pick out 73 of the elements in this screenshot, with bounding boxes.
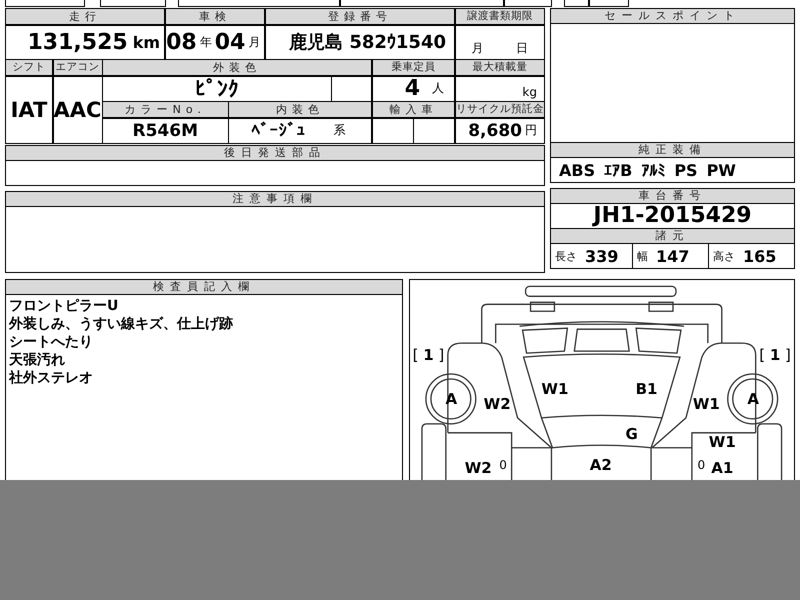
damage-code: 0 — [698, 458, 706, 472]
section-header: 車台番号 — [551, 189, 794, 204]
damage-code: 0 — [499, 458, 507, 472]
table-cell — [414, 118, 454, 142]
table-cell: IAT — [6, 76, 52, 142]
table-header: 車検 — [166, 9, 264, 24]
spec-label: 高さ — [713, 248, 735, 264]
table-cell: AAC — [54, 76, 102, 142]
table-header: 最大積載量 — [456, 60, 544, 75]
note-line: 外装しみ、うすい線キズ、仕上げ跡 — [9, 314, 234, 332]
capacity-value: 4 — [404, 76, 420, 101]
note-line: 社外ステレオ — [9, 368, 94, 386]
unit-label: km — [132, 32, 160, 52]
interior-color-value: ﾍﾞｰｼﾞｭ — [252, 120, 306, 140]
chassis-number: JH1-2015429 — [591, 204, 753, 228]
equipment-item: ｱﾙﾐ — [641, 160, 666, 180]
table-header: 譲渡書類期限 — [456, 9, 544, 24]
unit-label: 人 — [432, 80, 444, 97]
table-cell — [332, 76, 371, 100]
recycle-fee-value: 8,680 — [468, 120, 522, 140]
damage-code: W2 — [464, 461, 492, 476]
section-header: 諸元 — [551, 228, 794, 244]
mileage-value: 131,525 — [27, 30, 128, 54]
note-line: シートへたり — [9, 332, 94, 350]
spec-value: 339 — [585, 246, 618, 266]
equipment-item: ｴｱB — [604, 160, 632, 180]
table-header: シフト — [6, 60, 52, 75]
table-cell — [372, 118, 412, 142]
spec-value: 147 — [656, 246, 690, 266]
table-header: 内装色 — [229, 102, 371, 117]
spec-label: 長さ — [555, 248, 577, 264]
table-header: 輸入車 — [372, 102, 454, 117]
table-cell: 鹿児島 582ｳ1540 — [266, 26, 454, 58]
damage-code: A2 — [590, 458, 612, 472]
equipment-item: PW — [706, 160, 736, 180]
grade-mark: [ 1 ] — [759, 348, 791, 362]
table-header: リサイクル預託金 — [456, 102, 544, 117]
section-header: セールスポイント — [551, 9, 794, 24]
unit-label: 系 — [334, 122, 346, 139]
damage-code: W1 — [708, 435, 736, 450]
damage-code: W2 — [484, 397, 511, 412]
damage-code: G — [625, 427, 638, 442]
damage-code: W1 — [541, 382, 568, 396]
equipment-item: ABS — [559, 160, 596, 180]
section-header: 後日発送部品 — [6, 146, 544, 160]
unit-label: 年 — [200, 34, 212, 50]
note-line: 天張汚れ — [9, 350, 66, 368]
note-line: フロントピラーU — [9, 296, 120, 314]
spec-value: 165 — [743, 246, 776, 266]
table-header: 乗車定員 — [372, 60, 454, 75]
table-header: 登録番号 — [266, 9, 454, 24]
unit-label: kg — [522, 84, 537, 98]
table-header: エアコン — [54, 60, 102, 75]
table-header: カラーNo. — [103, 102, 228, 117]
equipment-item: PS — [674, 160, 698, 180]
table-cell: R546M — [103, 118, 228, 142]
damage-code: B1 — [636, 382, 658, 396]
spec-label: 幅 — [637, 248, 648, 264]
month-value: 04 — [214, 30, 246, 54]
unit-label: 円 — [525, 122, 537, 139]
grade-mark: [ 1 ] — [412, 348, 444, 362]
table-cell: ﾋﾟﾝｸ — [103, 76, 330, 100]
unit-label: 月 — [248, 34, 260, 50]
damage-code: W1 — [692, 397, 720, 412]
section-header: 注意事項欄 — [6, 192, 544, 206]
section-header: 検査員記入欄 — [6, 280, 402, 294]
unit-label: 月 — [472, 40, 484, 56]
year-value: 08 — [166, 30, 197, 54]
table-header: 外装色 — [103, 60, 371, 75]
section-header: 純正装備 — [551, 142, 794, 158]
unit-label: 日 — [516, 40, 528, 56]
damage-code: A1 — [711, 461, 734, 476]
table-header: 走行 — [6, 9, 164, 24]
